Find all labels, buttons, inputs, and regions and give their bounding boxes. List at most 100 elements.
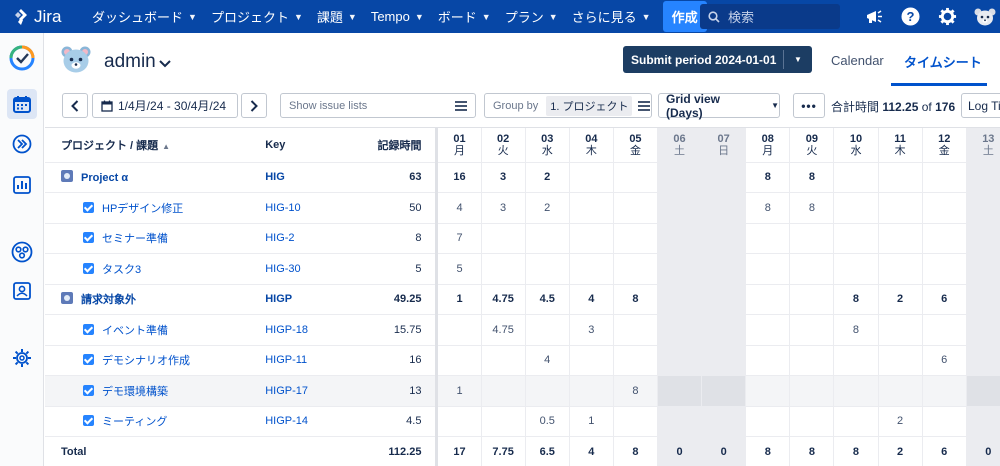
day-time-cell[interactable] — [789, 375, 835, 407]
day-time-cell[interactable] — [701, 375, 747, 407]
row-name[interactable]: ミーティング — [102, 416, 167, 428]
day-time-cell[interactable] — [481, 375, 526, 407]
day-time-cell[interactable] — [481, 345, 526, 376]
day-time-cell[interactable] — [966, 192, 1000, 224]
day-time-cell[interactable] — [657, 253, 703, 285]
day-time-cell[interactable] — [569, 375, 614, 407]
day-time-cell[interactable] — [481, 223, 526, 254]
next-period-button[interactable] — [241, 93, 267, 118]
issue-row[interactable]: デモシナリオ作成 HIGP-11 16 4 6 — [45, 345, 1000, 376]
tab-calendar[interactable]: Calendar — [831, 53, 884, 68]
day-time-cell[interactable] — [657, 192, 703, 224]
day-time-cell[interactable]: 0.5 — [525, 406, 570, 437]
project-issue-cell[interactable]: イベント準備 — [45, 314, 260, 346]
project-issue-cell[interactable]: 請求対象外 — [45, 284, 260, 315]
issue-lists-select[interactable]: Show issue lists — [280, 93, 476, 118]
day-time-cell[interactable] — [789, 345, 835, 376]
notifications-icon[interactable] — [855, 9, 892, 25]
day-time-cell[interactable] — [569, 223, 614, 254]
column-header-project[interactable]: プロジェクト / 課題 ▲ — [45, 128, 260, 163]
project-issue-cell[interactable]: セミナー準備 — [45, 223, 260, 254]
submit-period-button[interactable]: Submit period 2024-01-01 ▼ — [623, 46, 812, 73]
day-time-cell[interactable] — [966, 253, 1000, 285]
day-time-cell[interactable] — [613, 345, 659, 376]
project-issue-cell[interactable]: デモ環境構築 — [45, 375, 260, 407]
row-name[interactable]: セミナー準備 — [102, 233, 168, 245]
day-time-cell[interactable] — [745, 253, 791, 285]
nav-item[interactable]: さらに見る ▼ — [572, 7, 651, 26]
search-input[interactable]: 検索 — [700, 4, 840, 29]
nav-item[interactable]: 課題 ▼ — [317, 7, 357, 26]
day-time-cell[interactable] — [745, 314, 791, 346]
day-time-cell[interactable] — [701, 253, 747, 285]
project-issue-cell[interactable]: Project α — [45, 162, 260, 193]
project-group-row[interactable]: Project α HIG 63 16 3 2 8 8 — [45, 162, 1000, 193]
day-time-cell[interactable]: 2 — [525, 192, 570, 224]
more-options-button[interactable]: ••• — [793, 93, 825, 118]
reports-icon[interactable] — [7, 170, 37, 200]
day-time-cell[interactable] — [745, 406, 791, 437]
user-avatar[interactable] — [60, 44, 92, 76]
group-by-chip[interactable]: 1. プロジェクト — [546, 95, 633, 116]
day-time-cell[interactable] — [789, 223, 835, 254]
forward-icon[interactable] — [7, 129, 37, 159]
row-name[interactable]: タスク3 — [102, 264, 141, 276]
day-time-cell[interactable] — [966, 223, 1000, 254]
day-time-cell[interactable] — [613, 192, 659, 224]
issue-row[interactable]: ミーティング HIGP-14 4.5 0.5 1 2 — [45, 406, 1000, 437]
day-time-cell[interactable]: 3 — [481, 192, 526, 224]
day-time-cell[interactable] — [569, 253, 614, 285]
day-time-cell[interactable]: 2 — [878, 406, 923, 437]
issue-row[interactable]: デモ環境構築 HIGP-17 13 1 8 — [45, 375, 1000, 407]
day-time-cell[interactable]: 8 — [833, 314, 879, 346]
issue-key-cell[interactable]: HIGP-14 — [259, 406, 352, 437]
issue-row[interactable]: イベント準備 HIGP-18 15.75 4.75 3 8 — [45, 314, 1000, 346]
sort-icon[interactable]: ▲ — [162, 142, 170, 151]
chevron-down-icon[interactable] — [159, 57, 171, 71]
day-time-cell[interactable] — [922, 223, 967, 254]
project-issue-cell[interactable]: HPデザイン修正 — [45, 192, 260, 224]
day-time-cell[interactable]: 8 — [745, 192, 791, 224]
profile-avatar-icon[interactable] — [966, 7, 1000, 27]
day-time-cell[interactable] — [966, 345, 1000, 376]
day-time-cell[interactable] — [878, 192, 923, 224]
day-time-cell[interactable]: 6 — [922, 345, 967, 376]
day-time-cell[interactable] — [922, 375, 967, 407]
user-profile-icon[interactable] — [7, 276, 37, 306]
day-time-cell[interactable] — [833, 345, 879, 376]
date-range-picker[interactable]: 1/4月/24 - 30/4月/24 — [92, 93, 238, 118]
day-time-cell[interactable] — [966, 375, 1000, 407]
day-time-cell[interactable] — [922, 253, 967, 285]
issue-key-cell[interactable]: HIG-2 — [259, 223, 352, 254]
issue-key-cell[interactable]: HIG — [259, 162, 352, 193]
day-time-cell[interactable]: 1 — [569, 406, 614, 437]
day-time-cell[interactable]: 4 — [525, 345, 570, 376]
day-time-cell[interactable] — [922, 406, 967, 437]
issue-key-cell[interactable]: HIGP — [259, 284, 352, 315]
row-name[interactable]: 請求対象外 — [81, 294, 136, 306]
day-time-cell[interactable] — [833, 192, 879, 224]
day-time-cell[interactable] — [966, 314, 1000, 346]
settings-icon[interactable] — [7, 343, 37, 373]
day-time-cell[interactable] — [701, 406, 747, 437]
user-name[interactable]: admin — [104, 51, 156, 73]
row-name[interactable]: HPデザイン修正 — [102, 203, 183, 215]
nav-item[interactable]: プラン ▼ — [505, 7, 558, 26]
row-name[interactable]: デモシナリオ作成 — [102, 355, 190, 367]
day-time-cell[interactable] — [525, 223, 570, 254]
issue-key-cell[interactable]: HIGP-17 — [259, 375, 352, 407]
day-time-cell[interactable] — [613, 406, 659, 437]
day-time-cell[interactable] — [701, 223, 747, 254]
day-time-cell[interactable] — [878, 375, 923, 407]
day-time-cell[interactable]: 4.75 — [481, 314, 526, 346]
day-time-cell[interactable] — [657, 345, 703, 376]
day-time-cell[interactable] — [745, 375, 791, 407]
day-time-cell[interactable] — [966, 406, 1000, 437]
day-time-cell[interactable] — [833, 375, 879, 407]
settings-gear-icon[interactable] — [929, 7, 966, 26]
day-time-cell[interactable] — [922, 192, 967, 224]
row-name[interactable]: Project α — [81, 172, 128, 184]
day-time-cell[interactable]: 8 — [789, 192, 835, 224]
day-time-cell[interactable]: 8 — [613, 375, 659, 407]
day-time-cell[interactable] — [613, 253, 659, 285]
